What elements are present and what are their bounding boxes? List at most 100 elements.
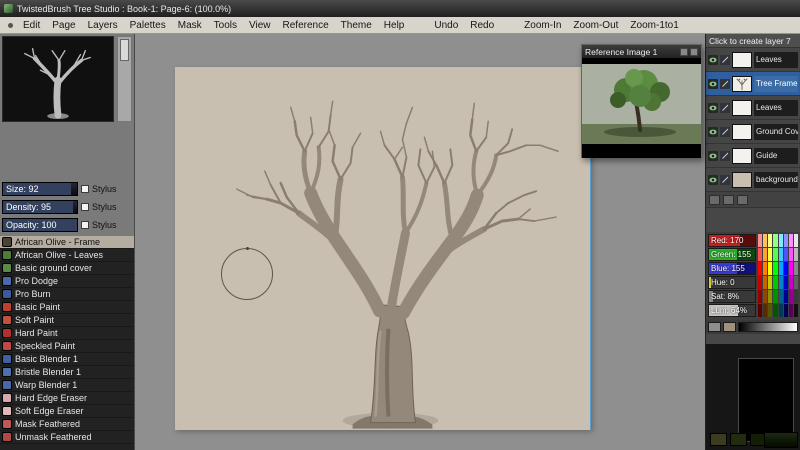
param-slider[interactable]: Density: 95 — [2, 200, 78, 214]
menu-layers[interactable]: Layers — [82, 20, 124, 31]
stylus-checkbox[interactable] — [81, 203, 89, 211]
gradient-swatch-2[interactable] — [723, 322, 736, 332]
layer-row-background[interactable]: background — [706, 168, 800, 192]
palette-swatch[interactable] — [783, 276, 788, 289]
menu-redo[interactable]: Redo — [464, 20, 500, 31]
palette-swatch[interactable] — [788, 304, 793, 317]
palette-swatch[interactable] — [758, 276, 763, 289]
palette-swatch[interactable] — [793, 234, 798, 247]
layer-row-tree-frame[interactable]: Tree Frame — [706, 72, 800, 96]
color-slider-0[interactable]: Red: 170 — [708, 234, 756, 247]
reference-minimize-button[interactable] — [680, 47, 688, 56]
palette-swatch[interactable] — [773, 248, 778, 261]
palette-swatch[interactable] — [778, 262, 783, 275]
layer-brush-icon[interactable] — [720, 150, 730, 161]
palette-swatch[interactable] — [783, 234, 788, 247]
palette-swatch[interactable] — [758, 234, 763, 247]
title-bar[interactable]: TwistedBrush Tree Studio : Book-1: Page-… — [0, 0, 800, 17]
palette-swatch[interactable] — [758, 248, 763, 261]
brush-item[interactable]: Pro Burn — [0, 288, 134, 301]
palette-swatch[interactable] — [768, 304, 773, 317]
palette-swatch[interactable] — [768, 262, 773, 275]
menu-reference[interactable]: Reference — [277, 20, 335, 31]
palette-swatch[interactable] — [768, 234, 773, 247]
layer-thumbnail[interactable] — [732, 147, 752, 164]
palette-swatch[interactable] — [768, 290, 773, 303]
brush-item[interactable]: Hard Paint — [0, 327, 134, 340]
brush-item[interactable]: Warp Blender 1 — [0, 379, 134, 392]
shade-gradient-bar[interactable] — [738, 322, 798, 332]
palette-swatch[interactable] — [793, 304, 798, 317]
brush-item[interactable]: African Olive - Leaves — [0, 249, 134, 262]
menu-zoom-out[interactable]: Zoom-Out — [567, 20, 624, 31]
palette-swatch[interactable] — [783, 290, 788, 303]
layer-add-button[interactable] — [709, 194, 720, 205]
palette-swatch[interactable] — [758, 262, 763, 275]
palette-swatch[interactable] — [763, 304, 768, 317]
palette-swatch[interactable] — [778, 234, 783, 247]
palette-swatch[interactable] — [763, 276, 768, 289]
palette-swatch[interactable] — [793, 276, 798, 289]
palette-swatch[interactable] — [783, 304, 788, 317]
palette-swatch[interactable] — [773, 304, 778, 317]
layer-thumbnail[interactable] — [732, 75, 752, 92]
menu-zoom-in[interactable]: Zoom-In — [518, 20, 567, 31]
color-slider-3[interactable]: Hue: 0 — [708, 276, 756, 289]
palette-swatch[interactable] — [773, 290, 778, 303]
menu-palettes[interactable]: Palettes — [124, 20, 172, 31]
reference-close-button[interactable] — [690, 47, 698, 56]
current-color-swatch[interactable] — [738, 358, 794, 442]
palette-swatch[interactable] — [783, 248, 788, 261]
secondary-swatch[interactable] — [710, 433, 727, 446]
param-slider[interactable]: Size: 92 — [2, 182, 78, 196]
preview-zoom-handle[interactable] — [120, 39, 129, 61]
color-slider-2[interactable]: Blue: 155 — [708, 262, 756, 275]
color-slider-5[interactable]: Lum: 64% — [708, 304, 756, 317]
corner-color-swatch[interactable] — [764, 432, 798, 448]
layer-eye-icon[interactable] — [708, 150, 718, 161]
canvas[interactable] — [175, 67, 591, 430]
palette-swatch[interactable] — [758, 290, 763, 303]
brush-item[interactable]: Pro Dodge — [0, 275, 134, 288]
layer-thumbnail[interactable] — [732, 171, 752, 188]
param-slider[interactable]: Opacity: 100 — [2, 218, 78, 232]
palette-swatch[interactable] — [763, 290, 768, 303]
layer-options-button[interactable] — [737, 194, 748, 205]
layer-row-leaves[interactable]: Leaves — [706, 96, 800, 120]
layer-row-ground-cover[interactable]: Ground Cover — [706, 120, 800, 144]
color-slider-4[interactable]: Sat: 8% — [708, 290, 756, 303]
menu-page[interactable]: Page — [46, 20, 81, 31]
stylus-checkbox[interactable] — [81, 185, 89, 193]
menu-help[interactable]: Help — [378, 20, 411, 31]
layer-brush-icon[interactable] — [720, 102, 730, 113]
palette-swatch[interactable] — [773, 276, 778, 289]
palette-swatch[interactable] — [788, 276, 793, 289]
palette-swatch[interactable] — [783, 262, 788, 275]
layer-thumbnail[interactable] — [732, 123, 752, 140]
layer-eye-icon[interactable] — [708, 78, 718, 89]
palette-swatch[interactable] — [773, 234, 778, 247]
brush-item[interactable]: Soft Edge Eraser — [0, 405, 134, 418]
layer-eye-icon[interactable] — [708, 174, 718, 185]
brush-item[interactable]: Basic Paint — [0, 301, 134, 314]
palette-swatch[interactable] — [788, 290, 793, 303]
brush-item[interactable]: Basic Blender 1 — [0, 353, 134, 366]
layer-row-leaves[interactable]: Leaves — [706, 48, 800, 72]
layer-brush-icon[interactable] — [720, 54, 730, 65]
palette-swatch[interactable] — [793, 248, 798, 261]
secondary-swatch[interactable] — [730, 433, 747, 446]
menu-theme[interactable]: Theme — [335, 20, 378, 31]
palette-swatch[interactable] — [778, 304, 783, 317]
preview-zoom-slider[interactable] — [117, 36, 132, 122]
menu-mask[interactable]: Mask — [172, 20, 208, 31]
brush-item[interactable]: African Olive - Frame — [0, 236, 134, 249]
palette-swatch[interactable] — [773, 262, 778, 275]
brush-item[interactable]: Bristle Blender 1 — [0, 366, 134, 379]
layer-eye-icon[interactable] — [708, 102, 718, 113]
palette-swatch[interactable] — [758, 304, 763, 317]
layer-row-guide[interactable]: Guide — [706, 144, 800, 168]
menu-zoom-1to1[interactable]: Zoom-1to1 — [624, 20, 684, 31]
layer-eye-icon[interactable] — [708, 54, 718, 65]
gradient-swatch-1[interactable] — [708, 322, 721, 332]
layer-brush-icon[interactable] — [720, 78, 730, 89]
